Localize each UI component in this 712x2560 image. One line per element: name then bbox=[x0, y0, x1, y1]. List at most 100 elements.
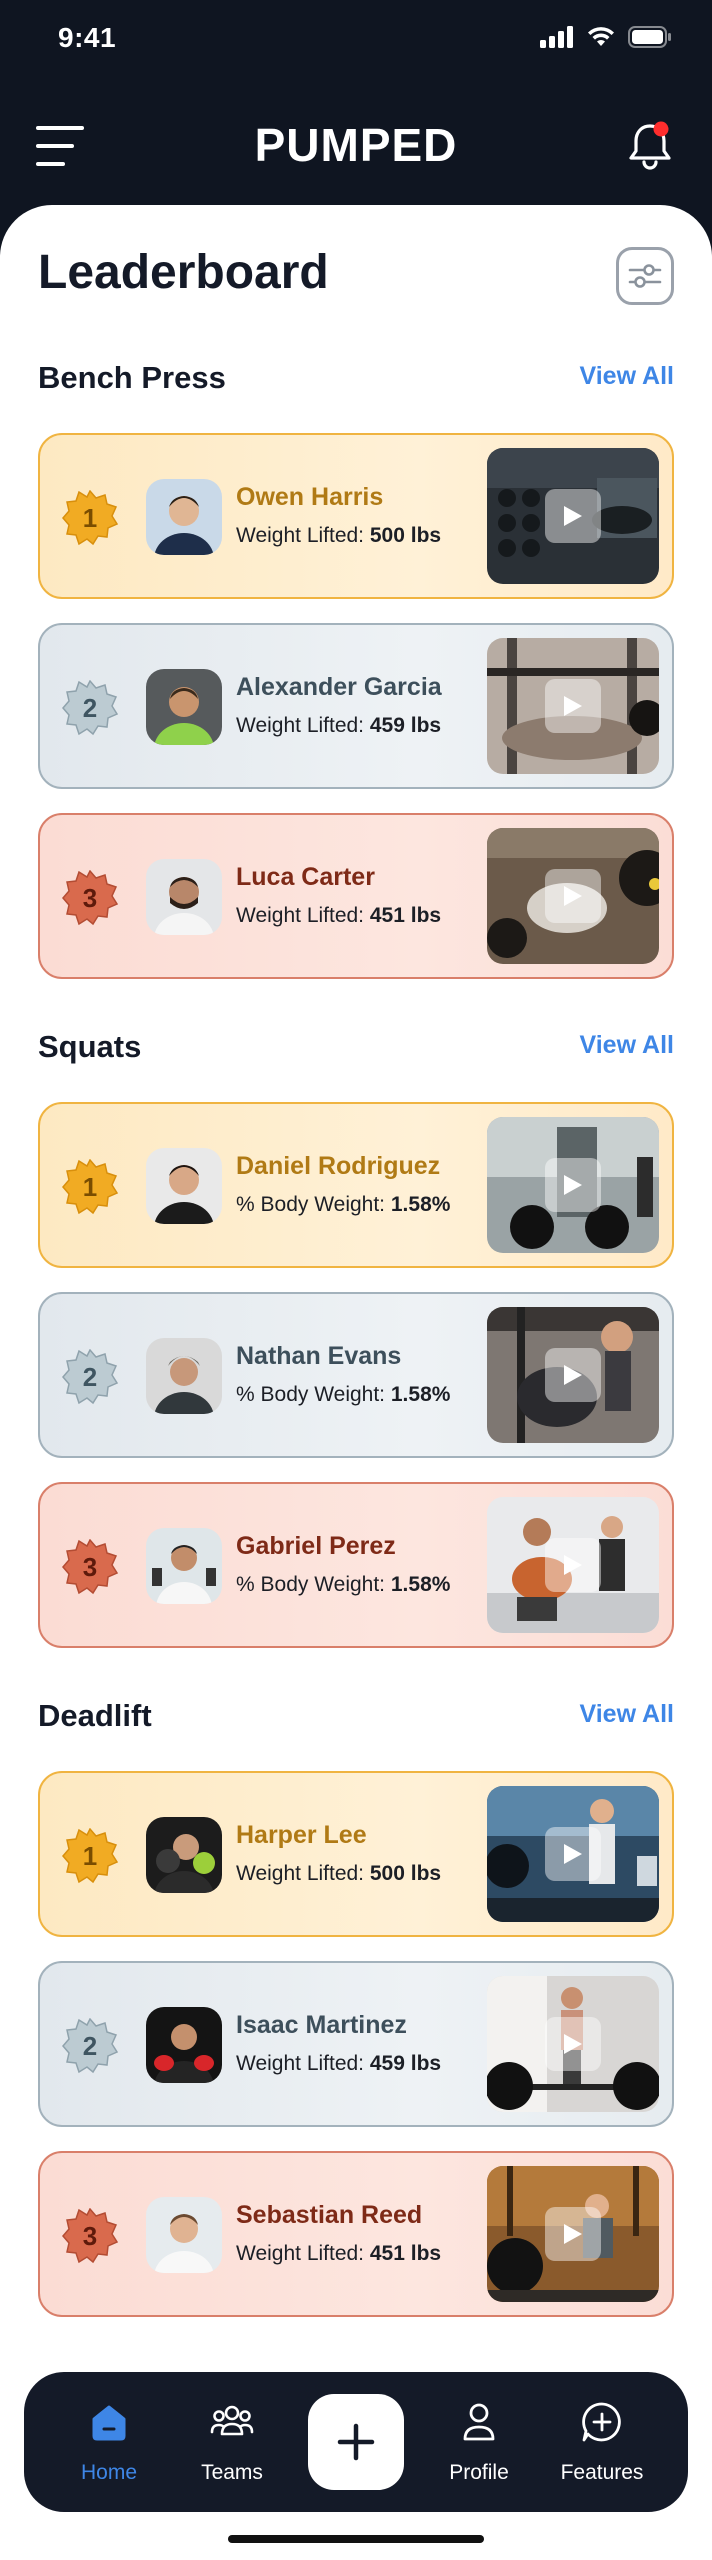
bottom-nav: Home Teams Profile Features bbox=[24, 2372, 688, 2512]
leaderboard-card[interactable]: 3 Sebastian Reed Weight Lifted: 451 lbs bbox=[38, 2151, 674, 2317]
nav-item-teams[interactable]: Teams bbox=[177, 2398, 287, 2485]
athlete-avatar bbox=[146, 1817, 222, 1893]
svg-text:1: 1 bbox=[83, 1172, 97, 1202]
gold-medal-icon: 1 bbox=[62, 1828, 118, 1884]
athlete-name: Alexander Garcia bbox=[236, 673, 442, 701]
play-icon[interactable] bbox=[545, 2017, 601, 2071]
leaderboard-card[interactable]: 1 Harper Lee Weight Lifted: 500 lbs bbox=[38, 1771, 674, 1937]
plus-icon bbox=[337, 2423, 375, 2461]
sliders-icon bbox=[628, 264, 662, 288]
svg-text:3: 3 bbox=[83, 1552, 97, 1582]
add-button[interactable] bbox=[308, 2394, 404, 2490]
features-icon bbox=[582, 2402, 621, 2442]
app-header: PUMPED bbox=[0, 90, 712, 200]
video-thumbnail[interactable] bbox=[487, 1307, 659, 1443]
status-time: 9:41 bbox=[58, 22, 117, 53]
athlete-name: Gabriel Perez bbox=[236, 1532, 396, 1560]
athlete-stat: % Body Weight: 1.58% bbox=[236, 1383, 451, 1406]
play-icon[interactable] bbox=[545, 869, 601, 923]
app-title: PUMPED bbox=[254, 119, 458, 171]
silver-medal-icon: 2 bbox=[62, 2018, 118, 2074]
athlete-stat: % Body Weight: 1.58% bbox=[236, 1193, 451, 1216]
video-thumbnail[interactable] bbox=[487, 1786, 659, 1922]
section-header-deadlift: Deadlift View All bbox=[38, 1698, 674, 1738]
athlete-avatar bbox=[146, 479, 222, 555]
video-thumbnail[interactable] bbox=[487, 638, 659, 774]
status-icons bbox=[540, 26, 672, 48]
athlete-avatar bbox=[146, 2007, 222, 2083]
svg-text:3: 3 bbox=[83, 2221, 97, 2251]
athlete-avatar bbox=[146, 1338, 222, 1414]
silver-medal-icon: 2 bbox=[62, 1349, 118, 1405]
nav-item-features[interactable]: Features bbox=[547, 2398, 657, 2485]
athlete-name: Luca Carter bbox=[236, 863, 375, 891]
filter-button[interactable] bbox=[616, 247, 674, 305]
nav-label: Profile bbox=[449, 2461, 509, 2484]
section-title: Deadlift bbox=[38, 1698, 152, 1733]
notification-bell-icon[interactable] bbox=[626, 120, 674, 172]
athlete-stat: Weight Lifted: 451 lbs bbox=[236, 2242, 442, 2265]
view-all-link[interactable]: View All bbox=[580, 362, 674, 391]
section-title: Bench Press bbox=[38, 360, 226, 395]
leaderboard-card[interactable]: 2 Nathan Evans % Body Weight: 1.58% bbox=[38, 1292, 674, 1458]
leaderboard-card[interactable]: 1 Daniel Rodriguez % Body Weight: 1.58% bbox=[38, 1102, 674, 1268]
home-indicator bbox=[228, 2535, 484, 2543]
athlete-name: Isaac Martinez bbox=[236, 2011, 407, 2039]
section-header-squats: Squats View All bbox=[38, 1029, 674, 1069]
play-icon[interactable] bbox=[545, 1348, 601, 1402]
wifi-icon bbox=[588, 27, 614, 46]
athlete-stat: Weight Lifted: 451 lbs bbox=[236, 904, 442, 927]
bronze-medal-icon: 3 bbox=[62, 870, 118, 926]
notification-dot bbox=[653, 121, 669, 137]
athlete-stat: Weight Lifted: 500 lbs bbox=[236, 1862, 442, 1885]
leaderboard-card[interactable]: 2 Isaac Martinez Weight Lifted: 459 lbs bbox=[38, 1961, 674, 2127]
play-icon[interactable] bbox=[545, 2207, 601, 2261]
nav-label: Features bbox=[560, 2461, 644, 2484]
profile-icon bbox=[463, 2403, 495, 2441]
athlete-avatar bbox=[146, 1148, 222, 1224]
nav-item-home[interactable]: Home bbox=[54, 2398, 164, 2485]
athlete-name: Daniel Rodriguez bbox=[236, 1152, 441, 1180]
play-icon[interactable] bbox=[545, 679, 601, 733]
play-icon[interactable] bbox=[545, 1538, 601, 1592]
video-thumbnail[interactable] bbox=[487, 2166, 659, 2302]
bronze-medal-icon: 3 bbox=[62, 2208, 118, 2264]
athlete-name: Sebastian Reed bbox=[236, 2201, 423, 2229]
leaderboard-card[interactable]: 3 Gabriel Perez % Body Weight: 1.58% bbox=[38, 1482, 674, 1648]
leaderboard-card[interactable]: 1 Owen Harris Weight Lifted: 500 lbs bbox=[38, 433, 674, 599]
athlete-name: Harper Lee bbox=[236, 1821, 367, 1849]
home-icon bbox=[92, 2405, 126, 2441]
section-title: Squats bbox=[38, 1029, 142, 1064]
video-thumbnail[interactable] bbox=[487, 1976, 659, 2112]
silver-medal-icon: 2 bbox=[62, 680, 118, 736]
svg-text:2: 2 bbox=[83, 1362, 97, 1392]
view-all-link[interactable]: View All bbox=[580, 1031, 674, 1060]
video-thumbnail[interactable] bbox=[487, 1117, 659, 1253]
athlete-stat: Weight Lifted: 459 lbs bbox=[236, 714, 442, 737]
video-thumbnail[interactable] bbox=[487, 828, 659, 964]
athlete-avatar bbox=[146, 859, 222, 935]
video-thumbnail[interactable] bbox=[487, 448, 659, 584]
athlete-avatar bbox=[146, 2197, 222, 2273]
view-all-link[interactable]: View All bbox=[580, 1700, 674, 1729]
play-icon[interactable] bbox=[545, 1827, 601, 1881]
battery-icon bbox=[628, 26, 671, 48]
gold-medal-icon: 1 bbox=[62, 490, 118, 546]
svg-text:2: 2 bbox=[83, 693, 97, 723]
nav-item-profile[interactable]: Profile bbox=[424, 2398, 534, 2485]
athlete-name: Owen Harris bbox=[236, 483, 384, 511]
athlete-name: Nathan Evans bbox=[236, 1342, 402, 1370]
main-content: Leaderboard Bench Press View All 1 Owen … bbox=[0, 205, 712, 2560]
svg-text:1: 1 bbox=[83, 503, 97, 533]
leaderboard-card[interactable]: 2 Alexander Garcia Weight Lifted: 459 lb… bbox=[38, 623, 674, 789]
leaderboard-card[interactable]: 3 Luca Carter Weight Lifted: 451 lbs bbox=[38, 813, 674, 979]
status-bar: 9:41 bbox=[0, 0, 712, 80]
athlete-avatar bbox=[146, 669, 222, 745]
svg-text:3: 3 bbox=[83, 883, 97, 913]
play-icon[interactable] bbox=[545, 1158, 601, 1212]
gold-medal-icon: 1 bbox=[62, 1159, 118, 1215]
play-icon[interactable] bbox=[545, 489, 601, 543]
nav-label: Home bbox=[80, 2461, 138, 2484]
athlete-stat: Weight Lifted: 500 lbs bbox=[236, 524, 442, 547]
video-thumbnail[interactable] bbox=[487, 1497, 659, 1633]
